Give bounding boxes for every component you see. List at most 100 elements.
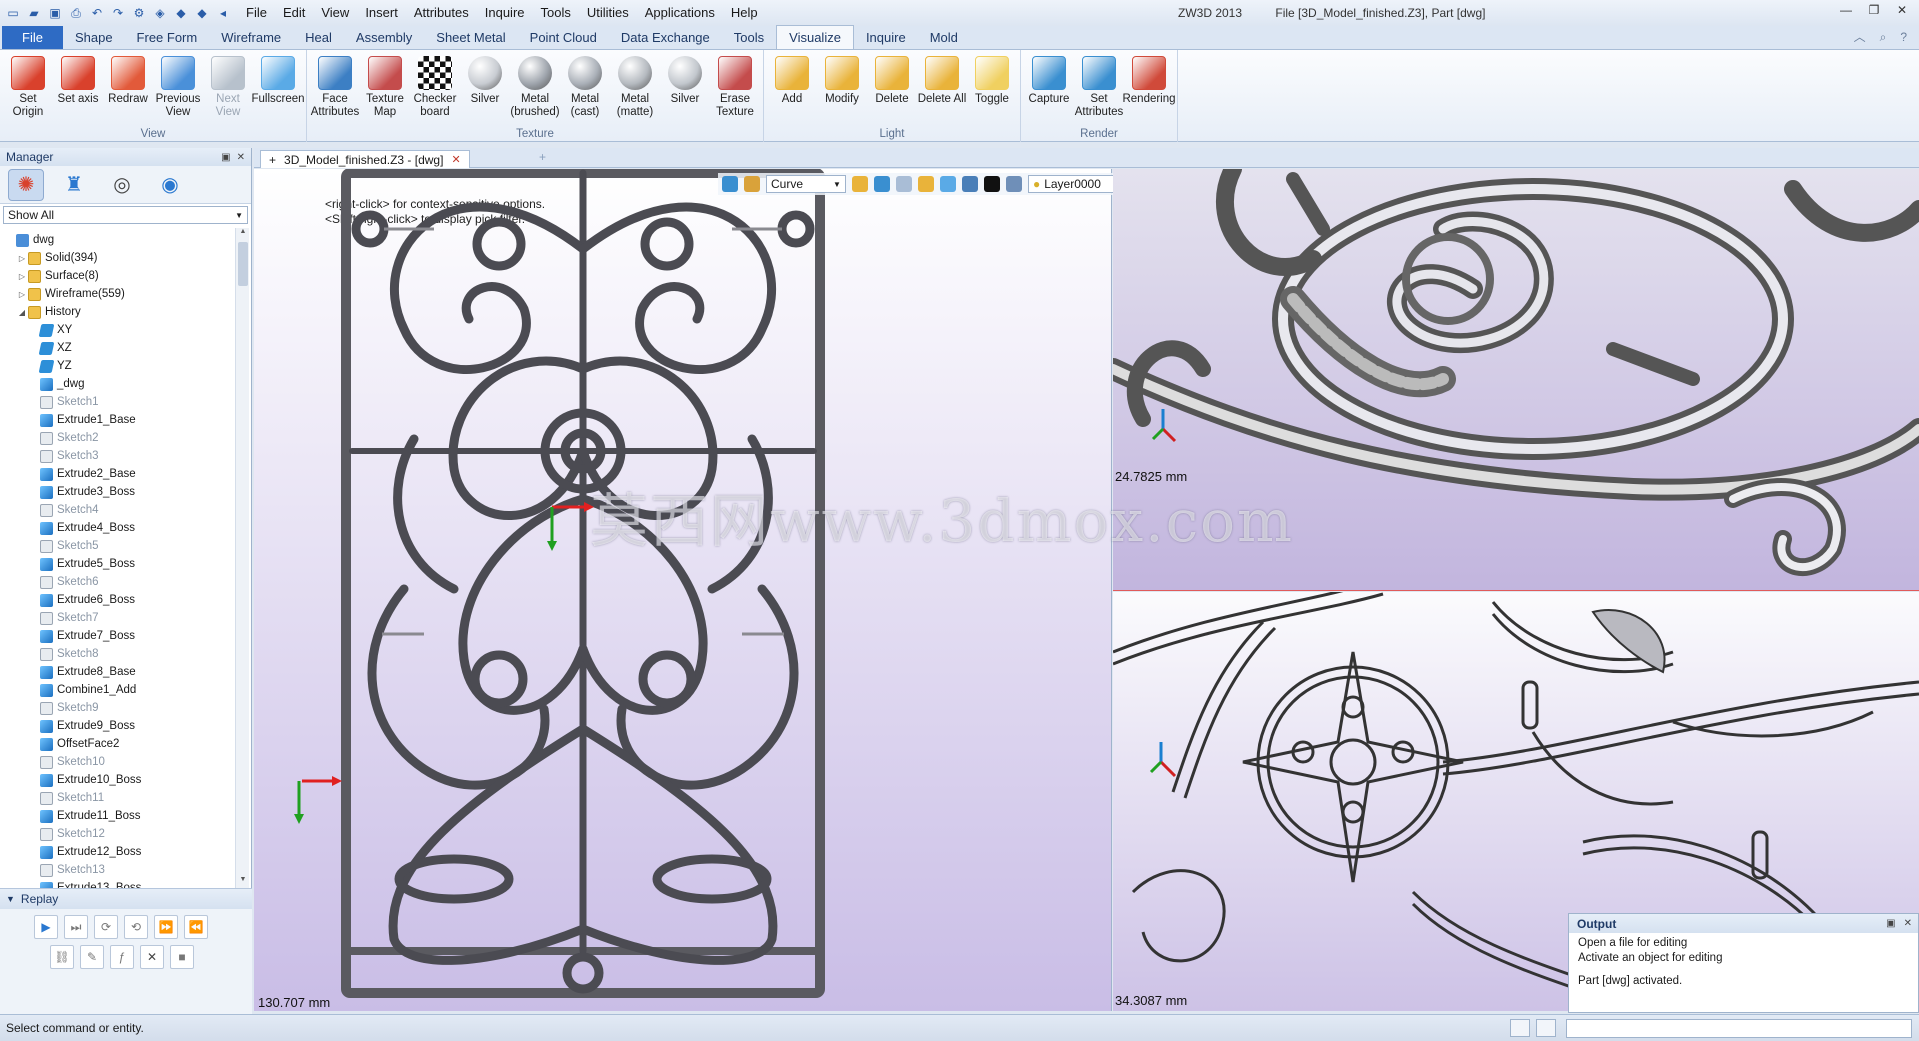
pencil-icon[interactable]: ✎ (80, 945, 104, 969)
delete-icon[interactable]: ✕ (140, 945, 164, 969)
close-tab-icon[interactable]: ✕ (451, 153, 460, 166)
tab-mold[interactable]: Mold (918, 26, 970, 49)
tree-item[interactable]: ▷ Surface(8) (0, 267, 234, 285)
detail-viewport-top[interactable]: 24.7825 mm (1113, 169, 1919, 591)
scroll-up-icon[interactable]: ▲ (236, 228, 250, 240)
menu-inquire[interactable]: Inquire (477, 0, 533, 26)
redo-icon[interactable]: ↷ (109, 4, 127, 22)
tree-item[interactable]: Sketch4 (0, 501, 234, 519)
close-icon[interactable]: ✕ (1904, 918, 1912, 929)
pin-icon[interactable]: ▣ (221, 152, 230, 163)
zoom-icon[interactable] (939, 176, 956, 192)
tab-free-form[interactable]: Free Form (125, 26, 210, 49)
tree-item[interactable]: Extrude5_Boss (0, 555, 234, 573)
tree-item[interactable]: Extrude8_Base (0, 663, 234, 681)
menu-utilities[interactable]: Utilities (579, 0, 637, 26)
tree-item[interactable]: ▷ Wireframe(559) (0, 285, 234, 303)
tree-item[interactable]: Extrude11_Boss (0, 807, 234, 825)
tree-item[interactable]: Sketch10 (0, 753, 234, 771)
tree-item[interactable]: Combine1_Add (0, 681, 234, 699)
tree-item[interactable]: Extrude10_Boss (0, 771, 234, 789)
view-cube-icon[interactable] (873, 176, 890, 192)
tree-item[interactable]: Sketch12 (0, 825, 234, 843)
tree-item[interactable]: Extrude6_Boss (0, 591, 234, 609)
expand-icon[interactable]: ▷ (16, 290, 28, 299)
search-icon[interactable]: ⌕ (1880, 26, 1887, 49)
shading-icon[interactable] (917, 176, 934, 192)
grid-icon[interactable] (1536, 1019, 1556, 1037)
step-forward-icon[interactable]: ⏭ (64, 915, 88, 939)
expand-icon[interactable]: ▷ (16, 272, 28, 281)
tree-item[interactable]: Extrude13_Boss (0, 879, 234, 888)
tree-item[interactable]: _dwg (0, 375, 234, 393)
tree-item[interactable]: Extrude3_Boss (0, 483, 234, 501)
menu-help[interactable]: Help (723, 0, 766, 26)
tree-item[interactable]: OffsetFace2 (0, 735, 234, 753)
cube-icon[interactable]: ◆ (172, 4, 190, 22)
edit-formula-icon[interactable]: ƒ (110, 945, 134, 969)
gear-icon[interactable]: ⚙ (130, 4, 148, 22)
tree-item[interactable]: Sketch6 (0, 573, 234, 591)
pin-icon[interactable]: ▣ (1886, 918, 1895, 929)
assembly-manager-icon[interactable]: ♜ (56, 169, 92, 201)
print-icon[interactable]: ⎙ (67, 4, 85, 22)
tab-sheet-metal[interactable]: Sheet Metal (424, 26, 517, 49)
tree-item[interactable]: Sketch8 (0, 645, 234, 663)
render-manager-icon[interactable]: ◉ (152, 169, 188, 201)
play-icon[interactable]: ▶ (34, 915, 58, 939)
menu-file[interactable]: File (238, 0, 275, 26)
tab-data-exchange[interactable]: Data Exchange (609, 26, 722, 49)
main-viewport[interactable]: <right-click> for context-sensitive opti… (254, 169, 1112, 1011)
tab-wireframe[interactable]: Wireframe (209, 26, 293, 49)
help-icon[interactable]: ? (1900, 26, 1907, 49)
arrow-icon[interactable]: ◂ (214, 4, 232, 22)
tree-item[interactable]: Sketch1 (0, 393, 234, 411)
menu-tools[interactable]: Tools (533, 0, 579, 26)
tab-point-cloud[interactable]: Point Cloud (518, 26, 609, 49)
undo-icon[interactable]: ↶ (88, 4, 106, 22)
history-manager-icon[interactable]: ✺ (8, 168, 44, 201)
tab-tools[interactable]: Tools (722, 26, 776, 49)
tab-file[interactable]: File (2, 26, 63, 49)
tab-inquire[interactable]: Inquire (854, 26, 918, 49)
smart-pick-icon[interactable] (851, 176, 868, 192)
tree-item[interactable]: Sketch13 (0, 861, 234, 879)
tree-scrollbar[interactable]: ▲ ▼ (235, 228, 249, 888)
tab-assembly[interactable]: Assembly (344, 26, 424, 49)
save-icon[interactable]: ▣ (46, 4, 64, 22)
scroll-thumb[interactable] (238, 242, 248, 286)
view-icon[interactable]: ◈ (151, 4, 169, 22)
replay-header[interactable]: ▼ Replay (0, 889, 252, 909)
open-icon[interactable]: ▰ (25, 4, 43, 22)
menu-applications[interactable]: Applications (637, 0, 723, 26)
tree-item[interactable]: Sketch5 (0, 537, 234, 555)
tree-item[interactable]: Sketch2 (0, 429, 234, 447)
layer-manager-icon[interactable] (961, 176, 978, 192)
close-icon[interactable]: ✕ (1891, 0, 1913, 20)
tree-item[interactable]: YZ (0, 357, 234, 375)
render-mode-icon[interactable] (895, 176, 912, 192)
document-tab[interactable]: + 3D_Model_finished.Z3 - [dwg] ✕ (260, 150, 470, 168)
new-icon[interactable]: ▭ (4, 4, 22, 22)
fast-forward-icon[interactable]: ⏩ (154, 915, 178, 939)
view-manager-icon[interactable]: ◎ (104, 169, 140, 201)
tree-item[interactable]: Sketch9 (0, 699, 234, 717)
tab-heal[interactable]: Heal (293, 26, 344, 49)
tree-item[interactable]: Extrude1_Base (0, 411, 234, 429)
menu-insert[interactable]: Insert (357, 0, 406, 26)
tree-item[interactable]: ◢ History (0, 303, 234, 321)
menu-attributes[interactable]: Attributes (406, 0, 477, 26)
tree-item[interactable]: ▷ Solid(394) (0, 249, 234, 267)
replay-all-icon[interactable]: ⟲ (124, 915, 148, 939)
color-icon[interactable] (983, 176, 1000, 192)
tree-item[interactable]: Sketch11 (0, 789, 234, 807)
tree-item[interactable]: Extrude9_Boss (0, 717, 234, 735)
tree-item[interactable]: Extrude7_Boss (0, 627, 234, 645)
rewind-icon[interactable]: ⏪ (184, 915, 208, 939)
menu-edit[interactable]: Edit (275, 0, 313, 26)
filter-icon[interactable] (722, 176, 738, 192)
tab-shape[interactable]: Shape (63, 26, 125, 49)
tree-item[interactable]: dwg (0, 231, 234, 249)
suppress-icon[interactable]: ■ (170, 945, 194, 969)
entity-filter-select[interactable]: Show All ▼ (3, 206, 248, 224)
